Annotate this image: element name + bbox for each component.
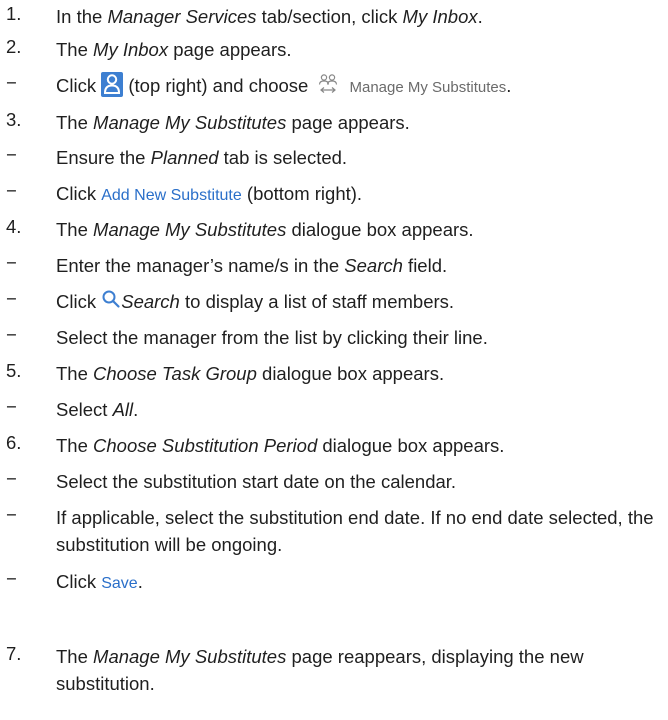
step-number: 2. — [6, 36, 22, 57]
step-text: The Choose Substitution Period dialogue … — [56, 435, 505, 456]
step-text: Click (top right) and choose Manage My S… — [56, 71, 656, 101]
save-link-label: Save — [101, 575, 138, 592]
step-text: The Choose Task Group dialogue box appea… — [56, 363, 445, 384]
step-text: Enter the manager’s name/s in the Search… — [56, 255, 448, 276]
step-dash: − — [6, 504, 17, 525]
step-dash: − — [6, 72, 17, 93]
search-icon — [101, 289, 121, 309]
step-number: 1. — [6, 3, 22, 24]
step-number: 6. — [6, 432, 22, 453]
manage-substitutes-menu-label: Manage My Substitutes — [349, 79, 507, 96]
step-text: The Manage My Substitutes dialogue box a… — [56, 219, 474, 240]
step-text: The Manage My Substitutes page appears. — [56, 112, 410, 133]
step-dash: − — [6, 180, 17, 201]
step-dash: − — [6, 252, 17, 273]
step-number: 7. — [6, 643, 22, 664]
step-number: 5. — [6, 360, 22, 381]
step-dash: − — [6, 144, 17, 165]
step-text: Select the manager from the list by clic… — [56, 327, 488, 348]
step-dash: − — [6, 468, 17, 489]
step-text: Click Add New Substitute (bottom right). — [56, 183, 363, 204]
step-dash: − — [6, 396, 17, 417]
step-number: 4. — [6, 216, 22, 237]
step-dash: − — [6, 288, 17, 309]
step-text: Click Search to display a list of staff … — [56, 289, 455, 312]
step-text: Select All. — [56, 399, 139, 420]
step-text: Ensure the Planned tab is selected. — [56, 147, 348, 168]
step-text: Select the substitution start date on th… — [56, 471, 457, 492]
instruction-list: 1. In the Manager Services tab/section, … — [0, 0, 668, 720]
step-number: 3. — [6, 109, 22, 130]
step-dash: − — [6, 568, 17, 589]
substitutes-icon — [317, 73, 339, 95]
person-icon — [101, 71, 124, 97]
step-text: The Manage My Substitutes page reappears… — [56, 646, 584, 694]
add-new-substitute-link-label: Add New Substitute — [101, 187, 242, 204]
step-text: The My Inbox page appears. — [56, 39, 292, 60]
step-text: If applicable, select the substitution e… — [56, 507, 654, 555]
step-text: Click Save. — [56, 571, 143, 592]
step-dash: − — [6, 324, 17, 345]
step-text: In the Manager Services tab/section, cli… — [56, 6, 483, 27]
